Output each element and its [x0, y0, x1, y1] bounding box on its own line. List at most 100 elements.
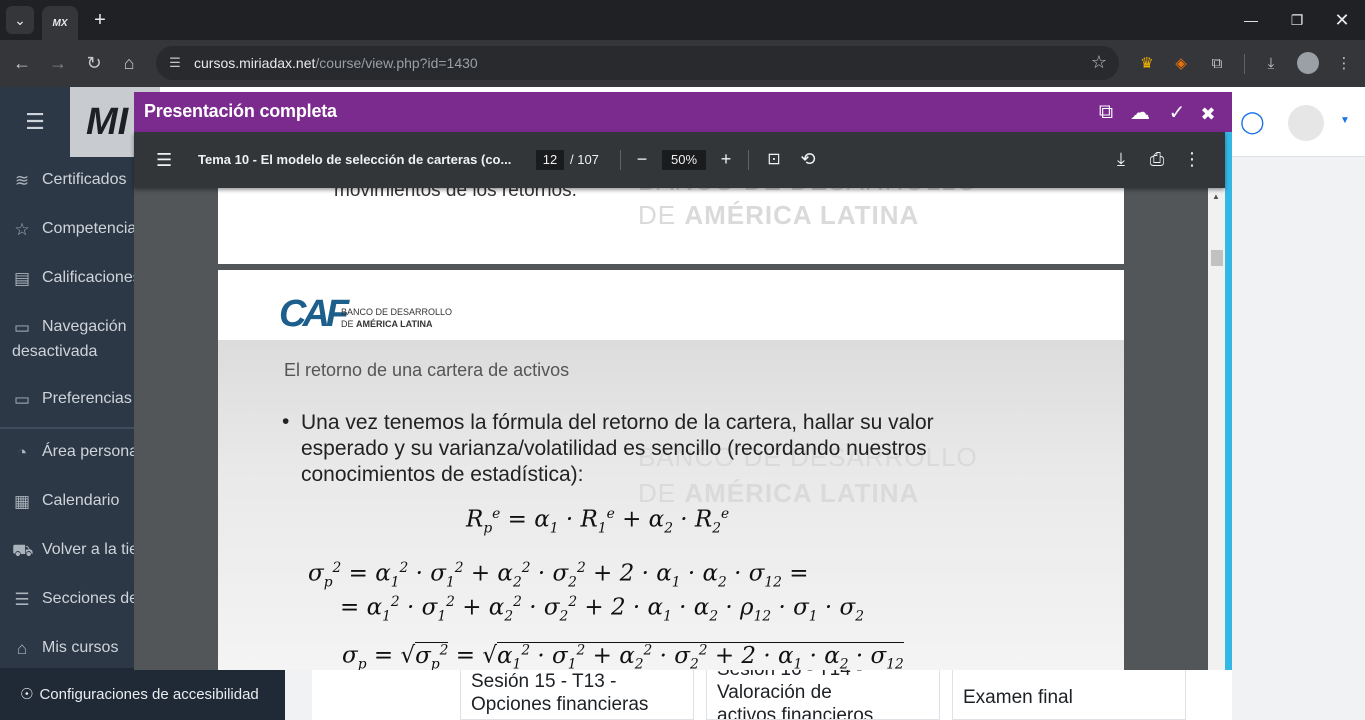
- watermark-prefix: DE: [638, 200, 685, 230]
- scroll-up-icon[interactable]: ▲: [1212, 192, 1220, 201]
- toolbar-divider: [1244, 54, 1245, 74]
- restore-icon: ❐: [1290, 11, 1304, 28]
- browser-titlebar: ⌄ MX + — ❐ ✕: [0, 0, 1365, 40]
- course-title-line: Valoración de: [717, 682, 832, 703]
- print-icon: ⎙: [1149, 148, 1165, 169]
- browser-tab[interactable]: MX: [42, 6, 78, 40]
- rotate-button[interactable]: ⟲: [796, 147, 820, 171]
- arrow-left-icon: ←: [13, 52, 31, 73]
- watermark-line1: BANCO DE DESARROLLO: [638, 188, 978, 197]
- extensions-puzzle-icon[interactable]: ⧉: [1206, 52, 1228, 74]
- watermark-line2: DE AMÉRICA LATINA: [638, 200, 919, 231]
- new-tab-button[interactable]: +: [88, 6, 112, 34]
- equation-variance-line2: = α12 · σ12 + α22 · σ22 + 2 · α1 · α2 · …: [340, 594, 864, 625]
- browser-menu-icon[interactable]: ⋮: [1333, 52, 1355, 74]
- cart-icon: ⛟: [12, 541, 34, 560]
- modal-header: Presentación completa ⧉ ☁ ✓ ✖: [134, 92, 1232, 132]
- watermark-text: AMÉRICA LATINA: [684, 200, 920, 230]
- forward-button[interactable]: →: [45, 50, 71, 76]
- nav-label: Navegación: [42, 318, 127, 335]
- list-icon: ☰: [14, 590, 30, 609]
- nav-item-preferencias[interactable]: ▭ Preferencias: [12, 390, 132, 410]
- more-vert-icon: ⋮: [1183, 148, 1201, 169]
- bookmark-star-icon[interactable]: ☆: [1091, 52, 1107, 73]
- logo-line1: BANCO DE DESARROLLO: [341, 307, 453, 317]
- back-button[interactable]: ←: [9, 50, 35, 76]
- messages-icon[interactable]: ◯: [1240, 109, 1265, 135]
- equation-volatility: σp = √σp2 = √α12 · σ12 + α22 · σ22 + 2 ·…: [342, 641, 904, 670]
- caf-logo: CAF BANCO DE DESARROLLO DE AMÉRICA LATIN…: [279, 294, 479, 334]
- profile-avatar[interactable]: [1297, 52, 1319, 74]
- course-card-sesion-15[interactable]: Sesión 15 - T13 - Opciones financieras: [460, 667, 694, 720]
- restore-button[interactable]: ❐: [1274, 6, 1320, 34]
- minimize-button[interactable]: —: [1228, 6, 1274, 34]
- download-icon: ⤓: [1117, 148, 1125, 169]
- reload-button[interactable]: ↻: [81, 50, 107, 76]
- course-card-examen-final[interactable]: Examen final: [952, 667, 1186, 720]
- pdf-menu-icon[interactable]: ☰: [156, 150, 172, 171]
- pdf-page-12: BANCO DE DESARROLLO DE AMÉRICA LATINA CA…: [218, 270, 1124, 670]
- page-number-input[interactable]: 12: [536, 150, 564, 170]
- nav-label: Área personal: [42, 443, 142, 460]
- url-host: cursos.miriadax.net: [194, 55, 316, 71]
- close-icon[interactable]: ✖: [1195, 101, 1221, 127]
- pdf-toolbar: ☰ Tema 10 - El modelo de selección de ca…: [134, 132, 1225, 188]
- accessibility-label: Configuraciones de accesibilidad: [39, 685, 259, 703]
- nav-item-calendario[interactable]: ▦ Calendario: [12, 492, 119, 512]
- site-settings-icon[interactable]: ☰: [166, 54, 184, 72]
- nav-item-certificados[interactable]: ≋ Certificados: [12, 171, 127, 191]
- accessibility-icon: ☉: [20, 686, 34, 703]
- page-total: / 107: [570, 152, 599, 167]
- address-bar[interactable]: ☰ cursos.miriadax.net/course/view.php?id…: [156, 46, 1119, 80]
- nav-label: Competencias: [42, 220, 145, 237]
- check-circle-icon[interactable]: ✓: [1164, 99, 1190, 125]
- plus-icon: +: [720, 148, 732, 169]
- nav-item-navegacion[interactable]: ▭ Navegación desactivada: [12, 318, 127, 361]
- zoom-out-button[interactable]: −: [630, 147, 654, 171]
- pdf-more-button[interactable]: ⋮: [1180, 147, 1204, 171]
- pdf-scrollbar[interactable]: ▲: [1208, 188, 1225, 670]
- calendar-icon: ▦: [13, 492, 31, 511]
- rotate-icon: ⟲: [800, 148, 816, 169]
- accessibility-settings-button[interactable]: ☉ Configuraciones de accesibilidad: [0, 668, 285, 720]
- slide-text: movimientos de los retornos.: [334, 188, 577, 201]
- nav-label: Calendario: [42, 492, 120, 509]
- pdf-page-11: BANCO DE DESARROLLO DE AMÉRICA LATINA mo…: [218, 188, 1124, 264]
- course-title-line: Opciones financieras: [471, 694, 649, 715]
- url-text[interactable]: cursos.miriadax.net/course/view.php?id=1…: [194, 55, 478, 71]
- home-button[interactable]: ⌂: [116, 50, 142, 76]
- cloud-download-icon[interactable]: ☁: [1127, 99, 1153, 125]
- nav-item-mis-cursos[interactable]: ⌂ Mis cursos: [12, 639, 119, 659]
- zoom-input[interactable]: 50%: [662, 150, 706, 170]
- scrollbar-thumb[interactable]: [1211, 250, 1223, 266]
- grades-icon: ▤: [13, 269, 31, 288]
- page-right-area: [1232, 157, 1365, 720]
- modal-title: Presentación completa: [144, 101, 337, 121]
- fit-page-button[interactable]: ⊡: [762, 147, 786, 171]
- hat-extension-icon[interactable]: ◈: [1170, 52, 1192, 74]
- crown-extension-icon[interactable]: ♛: [1136, 52, 1158, 74]
- user-avatar[interactable]: [1288, 105, 1324, 141]
- tab-favicon: MX: [52, 17, 68, 29]
- nav-label: Certificados: [42, 171, 127, 188]
- logo-letters: CAF: [279, 293, 349, 335]
- course-card-sesion-16[interactable]: Sesión 16 - T14 - Valoración de activos …: [706, 667, 940, 720]
- download-icon[interactable]: ⤓: [1260, 52, 1282, 74]
- close-window-button[interactable]: ✕: [1319, 6, 1365, 34]
- presentation-modal: Presentación completa ⧉ ☁ ✓ ✖ ☰ Tema 10 …: [134, 92, 1232, 670]
- nav-item-calificaciones[interactable]: ▤ Calificaciones: [12, 269, 141, 289]
- nav-item-competencias[interactable]: ☆ Competencias: [12, 220, 144, 240]
- print-button[interactable]: ⎙: [1145, 147, 1169, 171]
- drawer-toggle-icon[interactable]: ☰: [0, 87, 70, 157]
- caret-down-icon[interactable]: ▼: [1340, 115, 1350, 126]
- dashboard-icon: ◔: [16, 443, 28, 462]
- copy-icon[interactable]: ⧉: [1093, 99, 1119, 125]
- nav-label: Calificaciones: [42, 269, 141, 286]
- close-icon: ✕: [1334, 9, 1350, 30]
- course-title-line: activos financieros: [717, 705, 874, 720]
- pdf-download-button[interactable]: ⤓: [1109, 147, 1133, 171]
- tab-search-button[interactable]: ⌄: [6, 6, 34, 34]
- layers-icon: ≋: [14, 171, 30, 190]
- nav-item-area-personal[interactable]: ◔ Área personal: [12, 443, 142, 463]
- zoom-in-button[interactable]: +: [714, 147, 738, 171]
